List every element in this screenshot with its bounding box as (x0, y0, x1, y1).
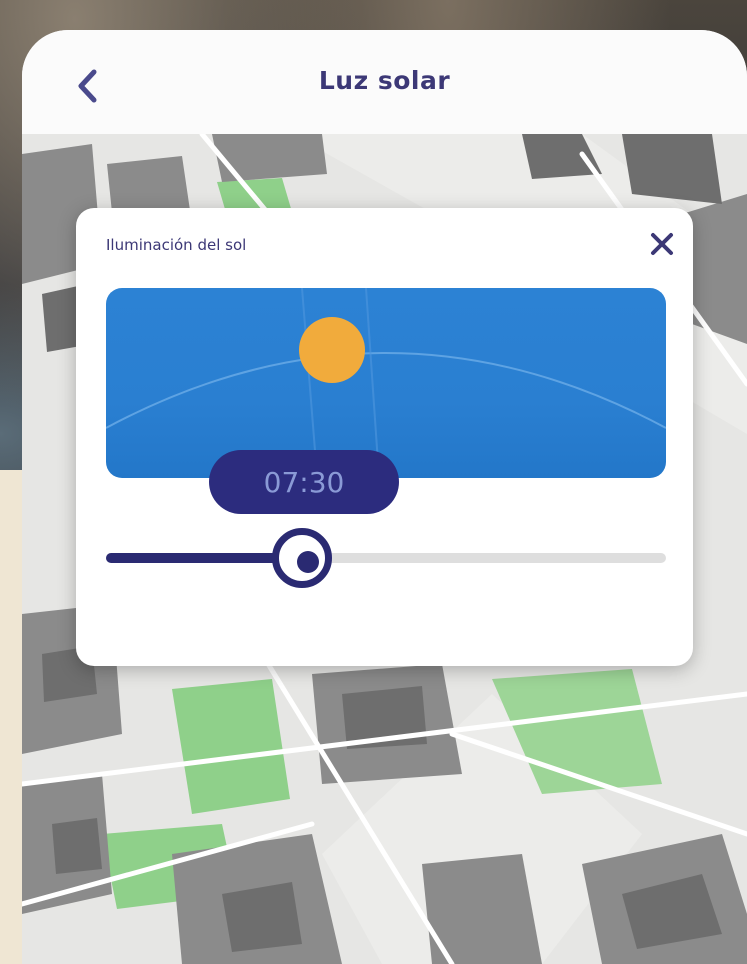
sky-scene (106, 288, 666, 478)
phone-screen: Luz solar Iluminación del sol 07:30 (22, 30, 747, 964)
close-button[interactable] (644, 226, 680, 262)
park-area (172, 679, 290, 814)
time-badge: 07:30 (209, 450, 399, 514)
sun-ray (365, 288, 379, 464)
panel-title: Iluminación del sol (106, 236, 247, 254)
slider-thumb[interactable] (272, 528, 332, 588)
sun-lighting-panel: Iluminación del sol 07:30 (76, 208, 693, 666)
sun-path-graphic (106, 288, 666, 464)
sun-path-arc (106, 352, 666, 429)
page-title: Luz solar (318, 66, 451, 95)
close-icon (651, 233, 673, 255)
slider-thumb-center (297, 551, 319, 573)
app-header: Luz solar (22, 30, 747, 134)
time-slider[interactable] (106, 528, 666, 588)
sun-icon (299, 317, 365, 383)
photo-edge (0, 470, 22, 964)
